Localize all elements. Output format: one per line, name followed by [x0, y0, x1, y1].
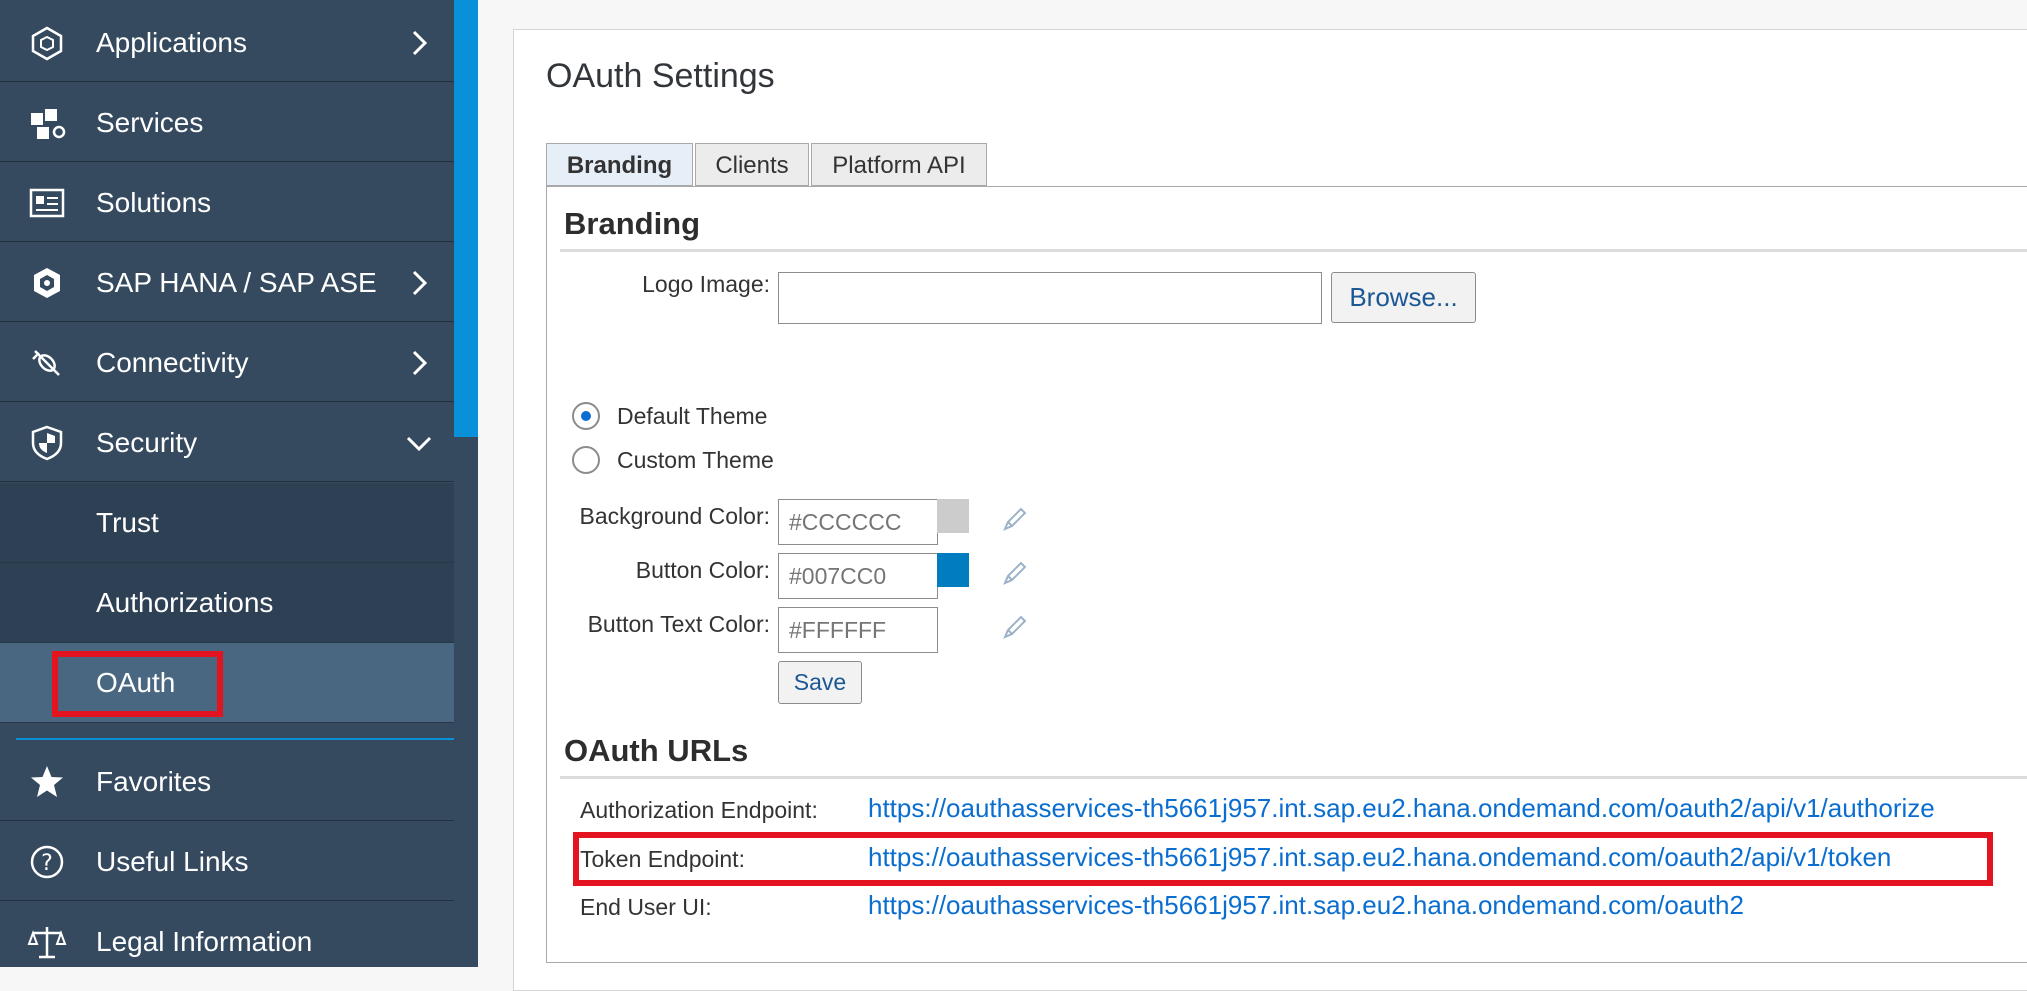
oauth-urls-heading: OAuth URLs — [564, 733, 749, 768]
sidebar-item-security[interactable]: Security — [0, 403, 454, 482]
sidebar-item-connectivity[interactable]: Connectivity — [0, 323, 454, 402]
applications-icon — [31, 26, 63, 61]
sidebar-item-solutions[interactable]: Solutions — [0, 163, 454, 242]
save-button[interactable]: Save — [778, 661, 862, 704]
section-divider — [560, 249, 2027, 252]
authorization-endpoint-link[interactable]: https://oauthasservices-th5661j957.int.s… — [868, 793, 1935, 824]
button-text-color-label: Button Text Color: — [587, 611, 770, 637]
database-icon — [34, 268, 60, 298]
tab-platform-api[interactable]: Platform API — [811, 143, 987, 186]
end-user-ui-label: End User UI: — [580, 894, 712, 920]
question-icon: ? — [30, 845, 64, 879]
branding-heading: Branding — [564, 206, 701, 241]
sidebar-item-useful-links[interactable]: ? Useful Links — [0, 822, 454, 901]
sidebar-item-label: SAP HANA / SAP ASE — [96, 267, 377, 298]
background-color-input[interactable] — [778, 499, 938, 545]
sidebar-item-label: Solutions — [96, 187, 212, 218]
sidebar-item-sap-hana[interactable]: SAP HANA / SAP ASE — [0, 243, 454, 322]
tab-branding[interactable]: Branding — [546, 143, 693, 186]
scales-icon — [27, 927, 67, 959]
connectivity-icon — [32, 350, 60, 376]
pencil-icon[interactable] — [1000, 504, 1030, 534]
sidebar: Applications Services Solutions SAP HANA… — [0, 0, 454, 967]
button-color-swatch[interactable] — [937, 553, 969, 587]
sidebar-item-label: Applications — [96, 27, 247, 58]
sidebar-item-label: Trust — [96, 507, 159, 538]
default-theme-radio[interactable] — [572, 402, 600, 430]
chevron-down-icon — [406, 436, 432, 452]
background-color-label: Background Color: — [579, 503, 771, 529]
browse-button[interactable]: Browse... — [1331, 272, 1476, 323]
sidebar-item-services[interactable]: Services — [0, 83, 454, 162]
section-divider — [560, 776, 2027, 779]
logo-image-input[interactable] — [778, 272, 1322, 324]
custom-theme-radio[interactable] — [572, 446, 600, 474]
shield-icon — [31, 425, 63, 461]
sidebar-item-label: Legal Information — [96, 926, 313, 957]
token-endpoint-highlight-box — [573, 832, 1993, 886]
sidebar-item-legal-information[interactable]: Legal Information — [0, 902, 454, 981]
background-color-swatch[interactable] — [937, 499, 969, 533]
sidebar-item-label: Security — [96, 427, 198, 458]
chevron-right-icon — [412, 350, 428, 376]
page-title: OAuth Settings — [546, 57, 775, 95]
custom-theme-label: Custom Theme — [617, 447, 774, 473]
pencil-icon[interactable] — [1000, 558, 1030, 588]
sidebar-divider — [16, 738, 462, 740]
sidebar-item-applications[interactable]: Applications — [0, 3, 454, 82]
sidebar-subitem-authorizations[interactable]: Authorizations — [0, 563, 454, 643]
button-text-color-input[interactable] — [778, 607, 938, 653]
chevron-right-icon — [412, 30, 428, 56]
chevron-right-icon — [412, 270, 428, 296]
solutions-icon — [29, 188, 65, 218]
services-icon — [31, 109, 66, 139]
logo-image-label: Logo Image: — [642, 271, 770, 297]
sidebar-item-label: Useful Links — [96, 846, 249, 877]
sidebar-subitem-trust[interactable]: Trust — [0, 483, 454, 563]
sidebar-item-label: Connectivity — [96, 347, 249, 378]
tab-clients[interactable]: Clients — [695, 143, 809, 186]
sidebar-item-label: Favorites — [96, 766, 212, 797]
sidebar-item-label: Services — [96, 107, 204, 138]
button-color-label: Button Color: — [635, 557, 770, 583]
sidebar-item-label: Authorizations — [96, 587, 274, 618]
default-theme-label: Default Theme — [617, 403, 768, 429]
pencil-icon[interactable] — [1000, 612, 1030, 642]
sidebar-scrollbar-thumb[interactable] — [454, 0, 478, 437]
oauth-highlight-box — [52, 651, 223, 717]
button-color-input[interactable] — [778, 553, 938, 599]
end-user-ui-link[interactable]: https://oauthasservices-th5661j957.int.s… — [868, 890, 1744, 921]
authorization-endpoint-label: Authorization Endpoint: — [580, 797, 818, 823]
star-icon — [31, 766, 63, 797]
svg-text:?: ? — [41, 851, 53, 876]
sidebar-item-favorites[interactable]: Favorites — [0, 742, 454, 821]
